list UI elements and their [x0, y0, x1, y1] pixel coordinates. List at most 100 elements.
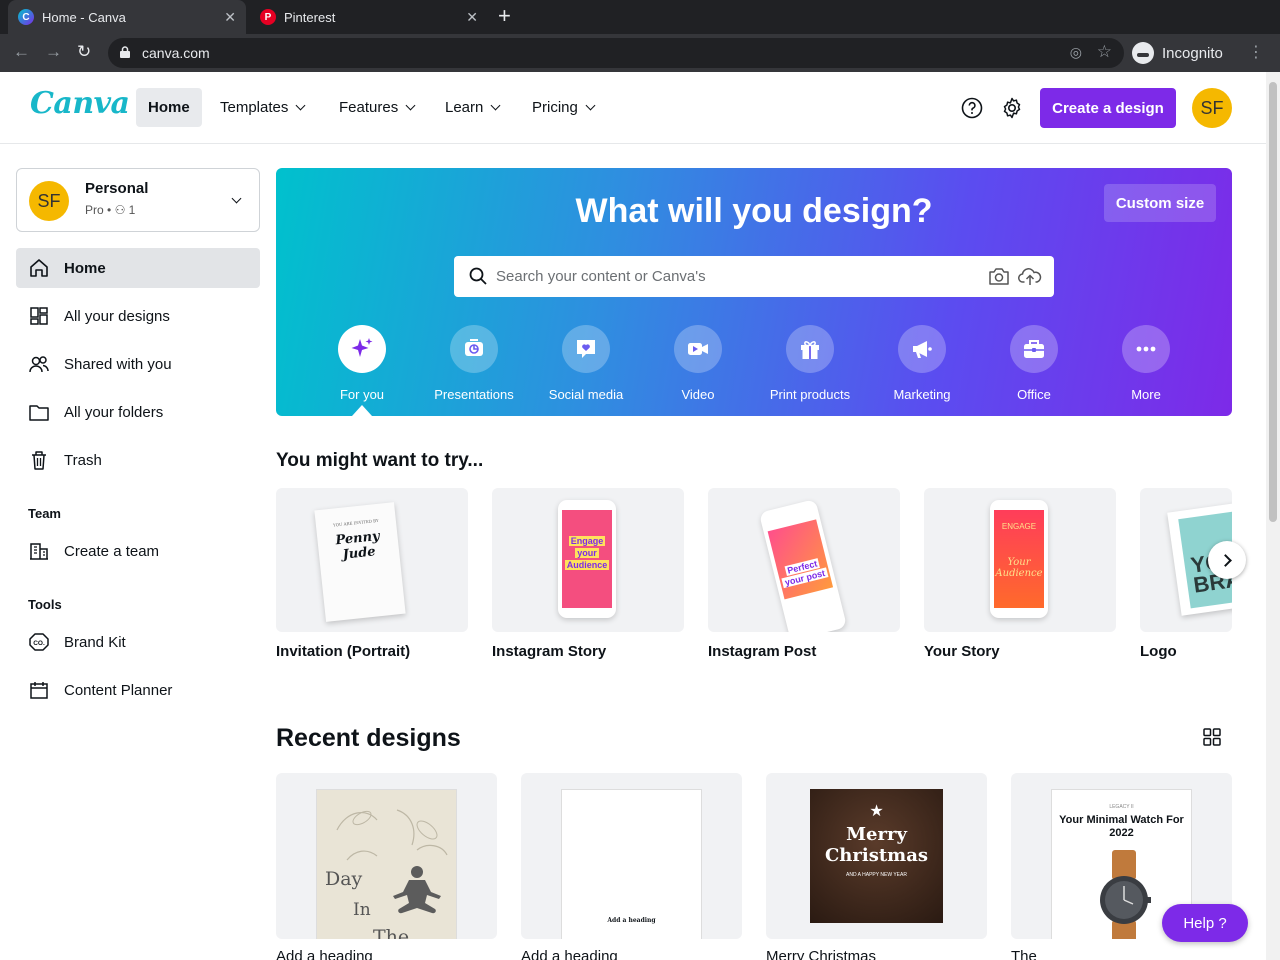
page-scrollbar[interactable]	[1266, 72, 1280, 960]
browser-tab-canva[interactable]: C Home - Canva ✕	[8, 0, 246, 34]
recent-design-card[interactable]: Add a heading	[521, 773, 742, 939]
suggestion-instagram-story[interactable]: Engage your Audience	[492, 488, 684, 632]
lock-icon	[120, 46, 130, 58]
chevron-down-icon	[295, 100, 306, 110]
gear-icon[interactable]	[1001, 97, 1023, 119]
calendar-icon	[30, 682, 48, 699]
team-heading: Team	[28, 506, 61, 521]
sidebar-item-label: Content Planner	[64, 681, 173, 699]
thumb-text: your	[575, 548, 599, 558]
category-video[interactable]: Video	[642, 325, 754, 402]
category-for-you[interactable]: For you	[306, 325, 418, 416]
url-field[interactable]: canva.com ◎ ☆	[108, 38, 1124, 68]
search-input[interactable]	[496, 256, 966, 297]
sidebar-item-trash[interactable]: Trash	[16, 440, 260, 480]
thumb-text: Audience	[564, 560, 610, 570]
search-box	[454, 256, 1054, 297]
category-social-media[interactable]: Social media	[530, 325, 642, 402]
megaphone-icon	[913, 341, 932, 358]
scrollbar-thumb[interactable]	[1269, 82, 1277, 522]
avatar[interactable]: SF	[1192, 88, 1232, 128]
browser-menu-icon[interactable]: ⋮	[1248, 42, 1264, 62]
sidebar-item-all-designs[interactable]: All your designs	[16, 296, 260, 336]
phone-thumbnail: Perfect your post	[758, 498, 848, 632]
sidebar-item-create-team[interactable]: Create a team	[16, 531, 260, 571]
sidebar-item-brand-kit[interactable]: CO. Brand Kit	[16, 622, 260, 662]
hero-banner: What will you design? Custom size For yo…	[276, 168, 1232, 416]
help-button[interactable]: Help ?	[1162, 904, 1248, 942]
suggestion-your-story[interactable]: ENGAGE Your Audience	[924, 488, 1116, 632]
pinterest-favicon-icon: P	[260, 9, 276, 25]
category-label: Marketing	[893, 387, 951, 402]
sidebar-item-content-planner[interactable]: Content Planner	[16, 670, 260, 710]
close-tab-icon[interactable]: ✕	[224, 9, 236, 26]
phone-thumbnail: Engage your Audience	[558, 500, 616, 618]
new-tab-icon[interactable]: +	[498, 5, 511, 27]
nav-templates[interactable]: Templates	[208, 88, 316, 127]
suggestion-label: Instagram Post	[708, 643, 817, 660]
canva-logo[interactable]: Canva	[30, 86, 130, 121]
sidebar-item-label: All your designs	[64, 307, 170, 325]
sparkle-icon	[351, 338, 373, 357]
svg-text:CO.: CO.	[33, 640, 45, 647]
more-dots-icon	[1136, 346, 1156, 352]
thumb-text: LEGACY II	[1109, 804, 1134, 810]
suggestion-invitation[interactable]: YOU ARE INVITED BY Penny Jude	[276, 488, 468, 632]
recent-design-label: Add a heading	[521, 948, 618, 960]
sidebar-item-home[interactable]: Home	[16, 248, 260, 288]
category-label: Social media	[548, 387, 624, 402]
tab-title: Home - Canva	[42, 9, 126, 25]
category-office[interactable]: Office	[978, 325, 1090, 402]
suggestion-instagram-post[interactable]: Perfect your post	[708, 488, 900, 632]
nav-home[interactable]: Home	[136, 88, 202, 127]
create-design-button[interactable]: Create a design	[1040, 88, 1176, 128]
nav-label: Templates	[220, 99, 289, 116]
suggestion-label: Invitation (Portrait)	[276, 643, 411, 660]
custom-size-button[interactable]: Custom size	[1104, 184, 1216, 222]
gift-icon	[801, 341, 819, 359]
users-icon	[29, 356, 49, 373]
close-tab-icon[interactable]: ✕	[466, 9, 478, 26]
back-arrow-icon[interactable]: ←	[13, 42, 30, 62]
chevron-down-icon	[490, 100, 501, 110]
bookmark-star-icon[interactable]: ☆	[1097, 42, 1112, 62]
carousel-next-button[interactable]	[1208, 541, 1246, 579]
nav-label: Pricing	[532, 99, 578, 116]
account-switcher[interactable]: SF Personal Pro • ⚇ 1	[16, 168, 260, 232]
forward-arrow-icon[interactable]: →	[45, 42, 62, 62]
tracking-blocked-eye-icon[interactable]: ◎	[1070, 44, 1082, 61]
invitation-thumbnail: YOU ARE INVITED BY Penny Jude	[314, 502, 406, 622]
browser-tab-pinterest[interactable]: P Pinterest ✕	[250, 0, 488, 34]
search-icon	[469, 267, 487, 285]
presentation-icon	[465, 339, 483, 356]
account-avatar: SF	[29, 181, 69, 221]
folder-icon	[29, 405, 49, 421]
category-print-products[interactable]: Print products	[754, 325, 866, 402]
upload-cloud-icon[interactable]	[1018, 265, 1042, 287]
recent-design-card[interactable]: Day In The	[276, 773, 497, 939]
camera-search-icon[interactable]	[988, 266, 1010, 286]
category-more[interactable]: More	[1090, 325, 1202, 402]
help-question-icon[interactable]	[961, 97, 983, 119]
tools-heading: Tools	[28, 597, 62, 612]
recent-design-card[interactable]: ★ Merry Christmas AND A HAPPY NEW YEAR	[766, 773, 987, 939]
grid-view-icon[interactable]	[1203, 728, 1221, 746]
browser-tab-strip: C Home - Canva ✕ P Pinterest ✕ +	[0, 0, 1280, 34]
category-label: Presentations	[434, 387, 514, 402]
design-thumbnail: Add a heading	[561, 789, 702, 939]
incognito-badge[interactable]: Incognito	[1132, 38, 1223, 68]
nav-learn[interactable]: Learn	[433, 88, 511, 127]
sidebar-item-label: Trash	[64, 451, 102, 469]
suggestion-label: Logo	[1140, 643, 1177, 660]
url-text: canva.com	[142, 45, 210, 61]
help-label: Help	[1183, 914, 1215, 932]
category-presentations[interactable]: Presentations	[418, 325, 530, 402]
sidebar-item-folders[interactable]: All your folders	[16, 392, 260, 432]
category-marketing[interactable]: Marketing	[866, 325, 978, 402]
nav-pricing[interactable]: Pricing	[520, 88, 606, 127]
recent-design-label: The	[1011, 948, 1037, 960]
chevron-right-icon	[1219, 553, 1232, 567]
reload-icon[interactable]: ↻	[77, 42, 91, 62]
nav-features[interactable]: Features	[327, 88, 426, 127]
sidebar-item-shared[interactable]: Shared with you	[16, 344, 260, 384]
